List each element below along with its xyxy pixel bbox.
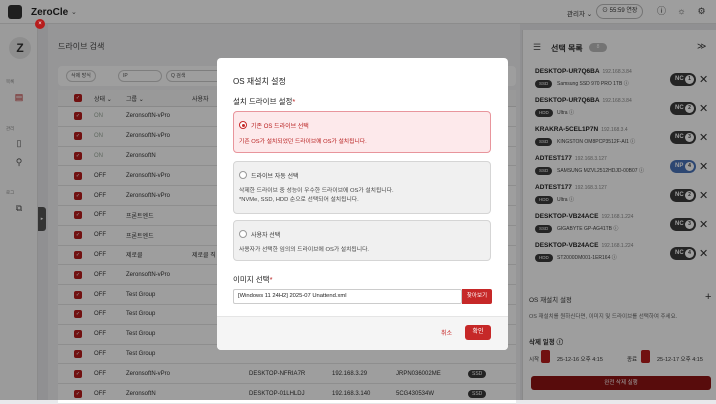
- radio-user-select-drive[interactable]: [239, 230, 247, 238]
- cancel-button[interactable]: 취소: [441, 328, 452, 337]
- os-reinstall-modal: OS 재설치 설정 설치 드라이브 설정* 기존 OS 드라이브 선택 기존 O…: [217, 58, 508, 350]
- option-label: 기존 OS 드라이브 선택: [251, 124, 309, 130]
- modal-footer: 취소 확인: [217, 316, 508, 350]
- radio-auto-select-drive[interactable]: [239, 171, 247, 179]
- option-description: 기존 OS가 설치되었던 드라이브에 OS가 설치됩니다.: [239, 139, 367, 145]
- option-description-note: *NVMe, SSD, HDD 순으로 선택되어 설치됩니다.: [239, 197, 359, 203]
- install-drive-section-title: 설치 드라이브 설정*: [233, 97, 296, 106]
- option-label: 사용자 선택: [251, 233, 281, 239]
- option-description: 삭제한 드라이브 중 성능이 우수한 드라이브에 OS가 설치됩니다.: [239, 188, 394, 194]
- option-description: 사용자가 선택한 임의의 드라이브에 OS가 설치됩니다.: [239, 247, 370, 253]
- image-path-input[interactable]: [Windows 11 24H2] 2025-07 Unattend.xml: [233, 289, 462, 304]
- option-existing-os-drive[interactable]: 기존 OS 드라이브 선택 기존 OS가 설치되었던 드라이브에 OS가 설치됩…: [233, 111, 491, 153]
- option-auto-select-drive[interactable]: 드라이브 자동 선택 삭제한 드라이브 중 성능이 우수한 드라이브에 OS가 …: [233, 161, 491, 214]
- option-label: 드라이브 자동 선택: [251, 174, 299, 180]
- option-user-select-drive[interactable]: 사용자 선택 사용자가 선택한 임의의 드라이브에 OS가 설치됩니다.: [233, 220, 491, 261]
- modal-title: OS 재설치 설정: [233, 77, 286, 86]
- browse-button[interactable]: 찾아보기: [462, 289, 492, 304]
- radio-existing-os-drive[interactable]: [239, 121, 247, 129]
- sidebar-close-icon[interactable]: ×: [35, 19, 45, 29]
- confirm-button[interactable]: 확인: [465, 325, 491, 340]
- image-select-label: 이미지 선택*: [233, 275, 273, 284]
